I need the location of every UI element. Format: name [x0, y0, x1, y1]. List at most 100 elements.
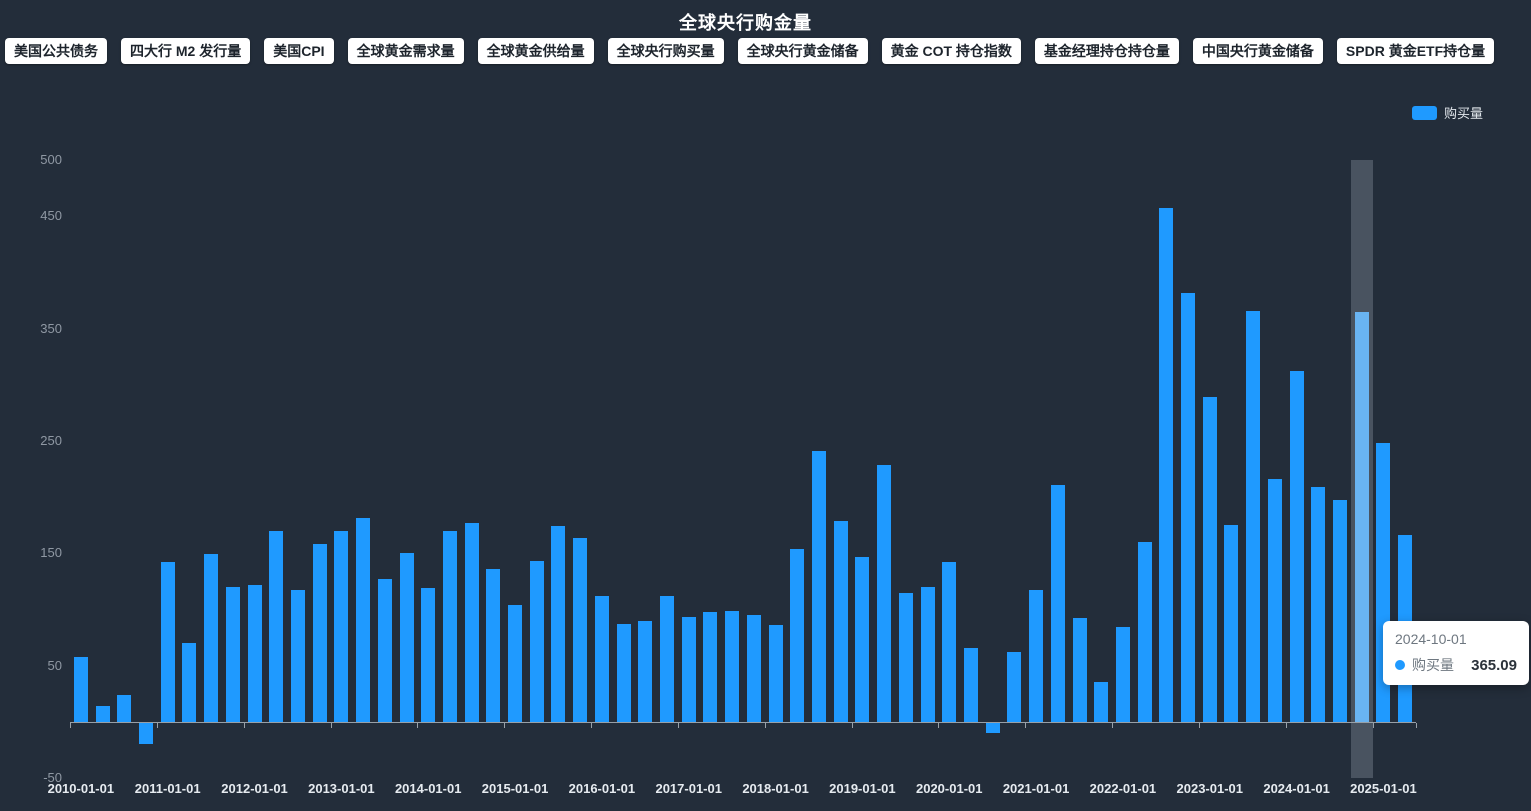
bar-chart[interactable]: 2010-01-012011-01-012012-01-012013-01-01…: [0, 0, 1531, 811]
bar-2014-07-01[interactable]: [465, 523, 479, 722]
x-axis-tick: [244, 723, 245, 728]
x-axis-label: 2023-01-01: [1162, 781, 1258, 796]
bar-2011-10-01[interactable]: [226, 587, 240, 722]
y-axis-label: 450: [0, 208, 62, 223]
bar-2017-07-01[interactable]: [725, 611, 739, 722]
bar-2016-04-01[interactable]: [617, 624, 631, 722]
y-axis-label: 250: [0, 433, 62, 448]
y-axis-label: 500: [0, 152, 62, 167]
bar-2013-01-01[interactable]: [334, 531, 348, 722]
bar-2016-07-01[interactable]: [638, 621, 652, 722]
x-axis-tick: [1112, 723, 1113, 728]
x-axis-tick: [1416, 723, 1417, 728]
bar-2019-10-01[interactable]: [921, 587, 935, 722]
x-axis-label: 2011-01-01: [120, 781, 216, 796]
x-axis-label: 2025-01-01: [1335, 781, 1431, 796]
bar-2019-07-01[interactable]: [899, 593, 913, 722]
bar-2015-10-01[interactable]: [573, 538, 587, 722]
bar-2013-04-01[interactable]: [356, 518, 370, 721]
bar-2014-04-01[interactable]: [443, 531, 457, 722]
bar-2013-07-01[interactable]: [378, 579, 392, 722]
bar-2018-10-01[interactable]: [834, 521, 848, 722]
x-axis-label: 2013-01-01: [293, 781, 389, 796]
bar-2022-04-01[interactable]: [1138, 542, 1152, 722]
bar-2013-10-01[interactable]: [400, 553, 414, 722]
x-axis-tick: [331, 723, 332, 728]
bar-2020-01-01[interactable]: [942, 562, 956, 722]
bar-2011-04-01[interactable]: [182, 643, 196, 722]
bar-2021-07-01[interactable]: [1073, 618, 1087, 721]
bar-2014-10-01[interactable]: [486, 569, 500, 722]
x-axis-tick: [1199, 723, 1200, 728]
bar-2024-07-01[interactable]: [1333, 500, 1347, 721]
bar-2018-04-01[interactable]: [790, 549, 804, 722]
bar-2016-10-01[interactable]: [660, 596, 674, 722]
x-axis-label: 2020-01-01: [901, 781, 997, 796]
x-axis-tick: [1025, 723, 1026, 728]
bar-2015-04-01[interactable]: [530, 561, 544, 722]
x-axis-label: 2022-01-01: [1075, 781, 1171, 796]
bar-2011-07-01[interactable]: [204, 554, 218, 721]
bar-2022-01-01[interactable]: [1116, 627, 1130, 721]
bar-2020-07-01[interactable]: [986, 723, 1000, 733]
bar-2024-04-01[interactable]: [1311, 487, 1325, 722]
bar-2020-04-01[interactable]: [964, 648, 978, 722]
bar-2012-07-01[interactable]: [291, 590, 305, 721]
bar-2015-01-01[interactable]: [508, 605, 522, 722]
y-axis-label: 350: [0, 321, 62, 336]
bar-2010-07-01[interactable]: [117, 695, 131, 722]
bar-2024-01-01[interactable]: [1290, 371, 1304, 722]
x-axis-label: 2015-01-01: [467, 781, 563, 796]
series-dot-icon: [1395, 660, 1405, 670]
bar-2018-07-01[interactable]: [812, 451, 826, 722]
bar-2019-04-01[interactable]: [877, 465, 891, 722]
x-axis-label: 2014-01-01: [380, 781, 476, 796]
bar-2012-01-01[interactable]: [248, 585, 262, 722]
x-axis-label: 2019-01-01: [814, 781, 910, 796]
bar-2014-01-01[interactable]: [421, 588, 435, 722]
bar-2021-10-01[interactable]: [1094, 682, 1108, 721]
x-axis-tick: [852, 723, 853, 728]
bar-2022-07-01[interactable]: [1159, 208, 1173, 722]
bar-2010-01-01[interactable]: [74, 657, 88, 722]
bar-2015-07-01[interactable]: [551, 526, 565, 722]
bar-2023-07-01[interactable]: [1246, 311, 1260, 722]
x-axis-label: 2018-01-01: [728, 781, 824, 796]
y-axis-label: 150: [0, 545, 62, 560]
chart-tooltip: 2024-10-01 购买量 365.09: [1383, 621, 1529, 685]
bar-2012-04-01[interactable]: [269, 531, 283, 722]
x-axis-line: [70, 722, 1416, 723]
bar-2021-04-01[interactable]: [1051, 485, 1065, 722]
bar-2011-01-01[interactable]: [161, 562, 175, 722]
legend-label: 购买量: [1444, 103, 1483, 122]
x-axis-tick: [938, 723, 939, 728]
bar-2012-10-01[interactable]: [313, 544, 327, 722]
x-axis-tick: [417, 723, 418, 728]
bar-2017-04-01[interactable]: [703, 612, 717, 722]
bar-2016-01-01[interactable]: [595, 596, 609, 722]
bar-2017-10-01[interactable]: [747, 615, 761, 722]
legend-swatch-icon: [1412, 106, 1437, 120]
legend-item-purchase-volume[interactable]: 购买量: [1412, 103, 1483, 122]
tooltip-value: 365.09: [1471, 657, 1517, 674]
x-axis-tick: [157, 723, 158, 728]
x-axis-tick: [1373, 723, 1374, 728]
tooltip-row: 购买量 365.09: [1395, 655, 1517, 675]
bar-2010-04-01[interactable]: [96, 706, 110, 722]
bar-2021-01-01[interactable]: [1029, 590, 1043, 721]
x-axis-tick: [70, 723, 71, 728]
x-axis-label: 2021-01-01: [988, 781, 1084, 796]
tooltip-series-label: 购买量: [1412, 655, 1454, 675]
bar-2017-01-01[interactable]: [682, 617, 696, 721]
bar-2023-10-01[interactable]: [1268, 479, 1282, 722]
bar-2010-10-01[interactable]: [139, 723, 153, 744]
bar-2019-01-01[interactable]: [855, 557, 869, 722]
x-axis-tick: [765, 723, 766, 728]
bar-2023-04-01[interactable]: [1224, 525, 1238, 722]
bar-2023-01-01[interactable]: [1203, 397, 1217, 722]
bar-2020-10-01[interactable]: [1007, 652, 1021, 722]
bar-2018-01-01[interactable]: [769, 625, 783, 722]
bar-2024-10-01[interactable]: [1355, 312, 1369, 722]
bar-2022-10-01[interactable]: [1181, 293, 1195, 722]
x-axis-tick: [678, 723, 679, 728]
